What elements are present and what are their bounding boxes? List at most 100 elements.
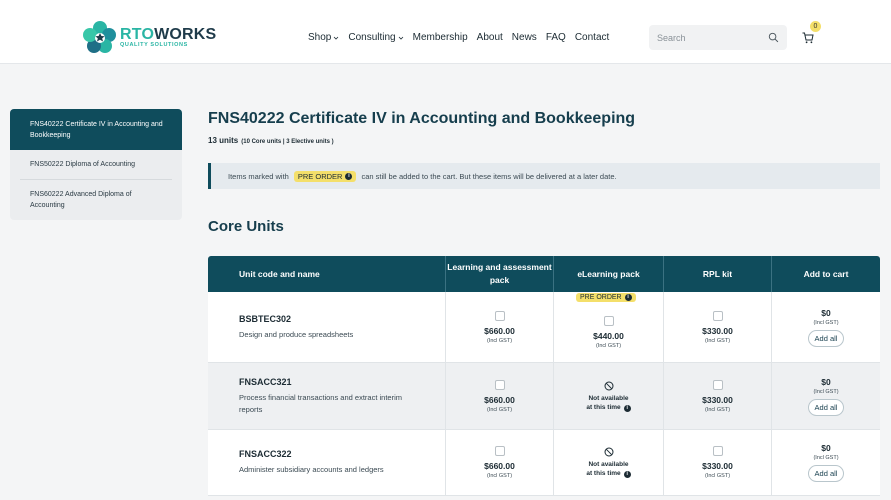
logo[interactable]: RTOWORKS QUALITY SOLUTIONS bbox=[83, 20, 216, 54]
main-nav: Shop Consulting Membership About News FA… bbox=[308, 32, 609, 43]
price: $330.00 bbox=[702, 325, 733, 336]
unit-name: Process financial transactions and extra… bbox=[239, 392, 402, 414]
search-input[interactable] bbox=[657, 32, 768, 43]
elearning-pack-cell: PRE ORDER i $440.00 (Incl GST) bbox=[553, 292, 663, 362]
not-available-icon bbox=[604, 381, 613, 390]
search-box bbox=[649, 25, 787, 50]
nav-faq[interactable]: FAQ bbox=[546, 32, 566, 43]
rpl-kit-checkbox[interactable] bbox=[712, 379, 723, 390]
header-unit: Unit code and name bbox=[239, 268, 320, 279]
sidebar-item-fns50222[interactable]: FNS50222 Diploma of Accounting bbox=[20, 150, 172, 179]
price: $660.00 bbox=[484, 325, 515, 336]
units-table: Unit code and name Learning and assessme… bbox=[208, 256, 880, 496]
price: $440.00 bbox=[593, 330, 624, 341]
section-title-core-units: Core Units bbox=[208, 218, 284, 235]
rpl-kit-cell: $330.00 (Incl GST) bbox=[663, 292, 771, 362]
qualification-sidebar: FNS40222 Certificate IV in Accounting an… bbox=[10, 109, 182, 220]
not-available-text: Not available at this time i bbox=[586, 460, 631, 478]
search-icon[interactable] bbox=[768, 32, 779, 43]
info-icon[interactable]: i bbox=[623, 471, 631, 478]
nav-membership[interactable]: Membership bbox=[413, 32, 468, 43]
learning-pack-checkbox[interactable] bbox=[494, 446, 505, 456]
table-row: FNSACC321 Process financial transactions… bbox=[208, 363, 880, 430]
cart-icon[interactable] bbox=[802, 32, 814, 44]
table-row: BSBTEC302 Design and produce spreadsheet… bbox=[208, 292, 880, 363]
rpl-kit-cell: $330.00 (Incl GST) bbox=[663, 363, 771, 429]
price: $660.00 bbox=[484, 394, 515, 405]
pre-order-badge: PRE ORDER i bbox=[576, 293, 636, 302]
add-to-cart-cell: $0 (Incl GST) Add all bbox=[771, 363, 880, 429]
gst-note: (Incl GST) bbox=[813, 319, 839, 326]
units-breakdown: (10 Core units | 3 Elective units ) bbox=[241, 139, 334, 145]
gst-note: (Incl GST) bbox=[486, 473, 513, 479]
info-icon: i bbox=[345, 172, 353, 180]
gst-note: (Incl GST) bbox=[595, 342, 622, 349]
nav-shop[interactable]: Shop bbox=[308, 32, 339, 43]
units-summary: 13 units (10 Core units | 3 Elective unit… bbox=[208, 136, 334, 145]
gst-note: (Incl GST) bbox=[704, 406, 731, 413]
table-row: FNSACC322 Administer subsidiary accounts… bbox=[208, 430, 880, 496]
nav-consulting[interactable]: Consulting bbox=[348, 32, 403, 43]
page-title: FNS40222 Certificate IV in Accounting an… bbox=[208, 110, 636, 127]
learning-pack-cell: $660.00 (Incl GST) bbox=[445, 363, 553, 429]
unit-code: FNSACC322 bbox=[239, 449, 292, 459]
unit-name: Design and produce spreadsheets bbox=[239, 329, 354, 339]
elearning-pack-checkbox[interactable] bbox=[603, 315, 614, 326]
header-rpl-kit: RPL kit bbox=[663, 256, 771, 292]
price: $660.00 bbox=[484, 461, 515, 471]
unit-cell: FNSACC321 Process financial transactions… bbox=[208, 363, 445, 429]
logo-name-right: WORKS bbox=[154, 25, 217, 43]
nav-contact[interactable]: Contact bbox=[575, 32, 609, 43]
nav-about[interactable]: About bbox=[477, 32, 503, 43]
logo-name-left: RTO bbox=[120, 25, 155, 43]
rpl-kit-cell: $330.00 (Incl GST) bbox=[663, 430, 771, 495]
not-available-icon bbox=[604, 447, 613, 457]
learning-pack-cell: $660.00 (Incl GST) bbox=[445, 430, 553, 495]
rpl-kit-checkbox[interactable] bbox=[712, 310, 723, 321]
rpl-kit-checkbox[interactable] bbox=[712, 446, 723, 456]
header-elearning-pack: eLearning pack bbox=[553, 256, 663, 292]
unit-name: Administer subsidiary accounts and ledge… bbox=[239, 465, 384, 474]
add-all-button[interactable]: Add all bbox=[807, 465, 845, 482]
site-header: RTOWORKS QUALITY SOLUTIONS Shop Consulti… bbox=[0, 0, 891, 64]
cart-total: $0 bbox=[821, 443, 831, 453]
unit-code: FNSACC321 bbox=[239, 376, 292, 387]
sidebar-item-fns60222[interactable]: FNS60222 Advanced Diploma of Accounting bbox=[20, 179, 172, 220]
gst-note: (Incl GST) bbox=[486, 337, 513, 344]
gst-note: (Incl GST) bbox=[813, 388, 839, 395]
unit-cell: BSBTEC302 Design and produce spreadsheet… bbox=[208, 292, 445, 362]
not-available-text: Not available at this time i bbox=[586, 394, 631, 412]
pre-order-badge: PRE ORDER i bbox=[293, 170, 357, 182]
notice-text-before: Items marked with bbox=[228, 171, 289, 181]
learning-pack-checkbox[interactable] bbox=[494, 379, 505, 390]
units-total: 13 units bbox=[208, 136, 239, 145]
gst-note: (Incl GST) bbox=[813, 455, 839, 461]
add-all-button[interactable]: Add all bbox=[807, 329, 845, 347]
price: $330.00 bbox=[702, 461, 733, 471]
info-icon[interactable]: i bbox=[624, 294, 632, 301]
header-learning-pack: Learning and assessment pack bbox=[445, 256, 553, 292]
notice-text-after: can still be added to the cart. But thes… bbox=[361, 171, 617, 181]
elearning-pack-cell: Not available at this time i bbox=[553, 430, 663, 495]
logo-flower-icon bbox=[83, 21, 116, 53]
add-all-button[interactable]: Add all bbox=[807, 398, 845, 416]
cart-count-badge: 0 bbox=[810, 21, 821, 32]
unit-cell: FNSACC322 Administer subsidiary accounts… bbox=[208, 430, 445, 495]
learning-pack-checkbox[interactable] bbox=[494, 310, 505, 321]
unit-code: BSBTEC302 bbox=[239, 313, 292, 324]
cart-total: $0 bbox=[821, 376, 831, 387]
cart-total: $0 bbox=[821, 307, 831, 318]
add-to-cart-cell: $0 (Incl GST) Add all bbox=[771, 430, 880, 495]
learning-pack-cell: $660.00 (Incl GST) bbox=[445, 292, 553, 362]
chevron-down-icon bbox=[398, 36, 403, 40]
elearning-pack-cell: Not available at this time i bbox=[553, 363, 663, 429]
header-add-to-cart: Add to cart bbox=[771, 256, 880, 292]
add-to-cart-cell: $0 (Incl GST) Add all bbox=[771, 292, 880, 362]
nav-news[interactable]: News bbox=[512, 32, 537, 43]
table-header: Unit code and name Learning and assessme… bbox=[208, 256, 880, 292]
chevron-down-icon bbox=[334, 36, 339, 40]
sidebar-item-fns40222[interactable]: FNS40222 Certificate IV in Accounting an… bbox=[10, 109, 182, 150]
pre-order-notice: Items marked with PRE ORDER i can still b… bbox=[208, 163, 880, 189]
gst-note: (Incl GST) bbox=[704, 337, 731, 344]
info-icon[interactable]: i bbox=[623, 404, 631, 412]
